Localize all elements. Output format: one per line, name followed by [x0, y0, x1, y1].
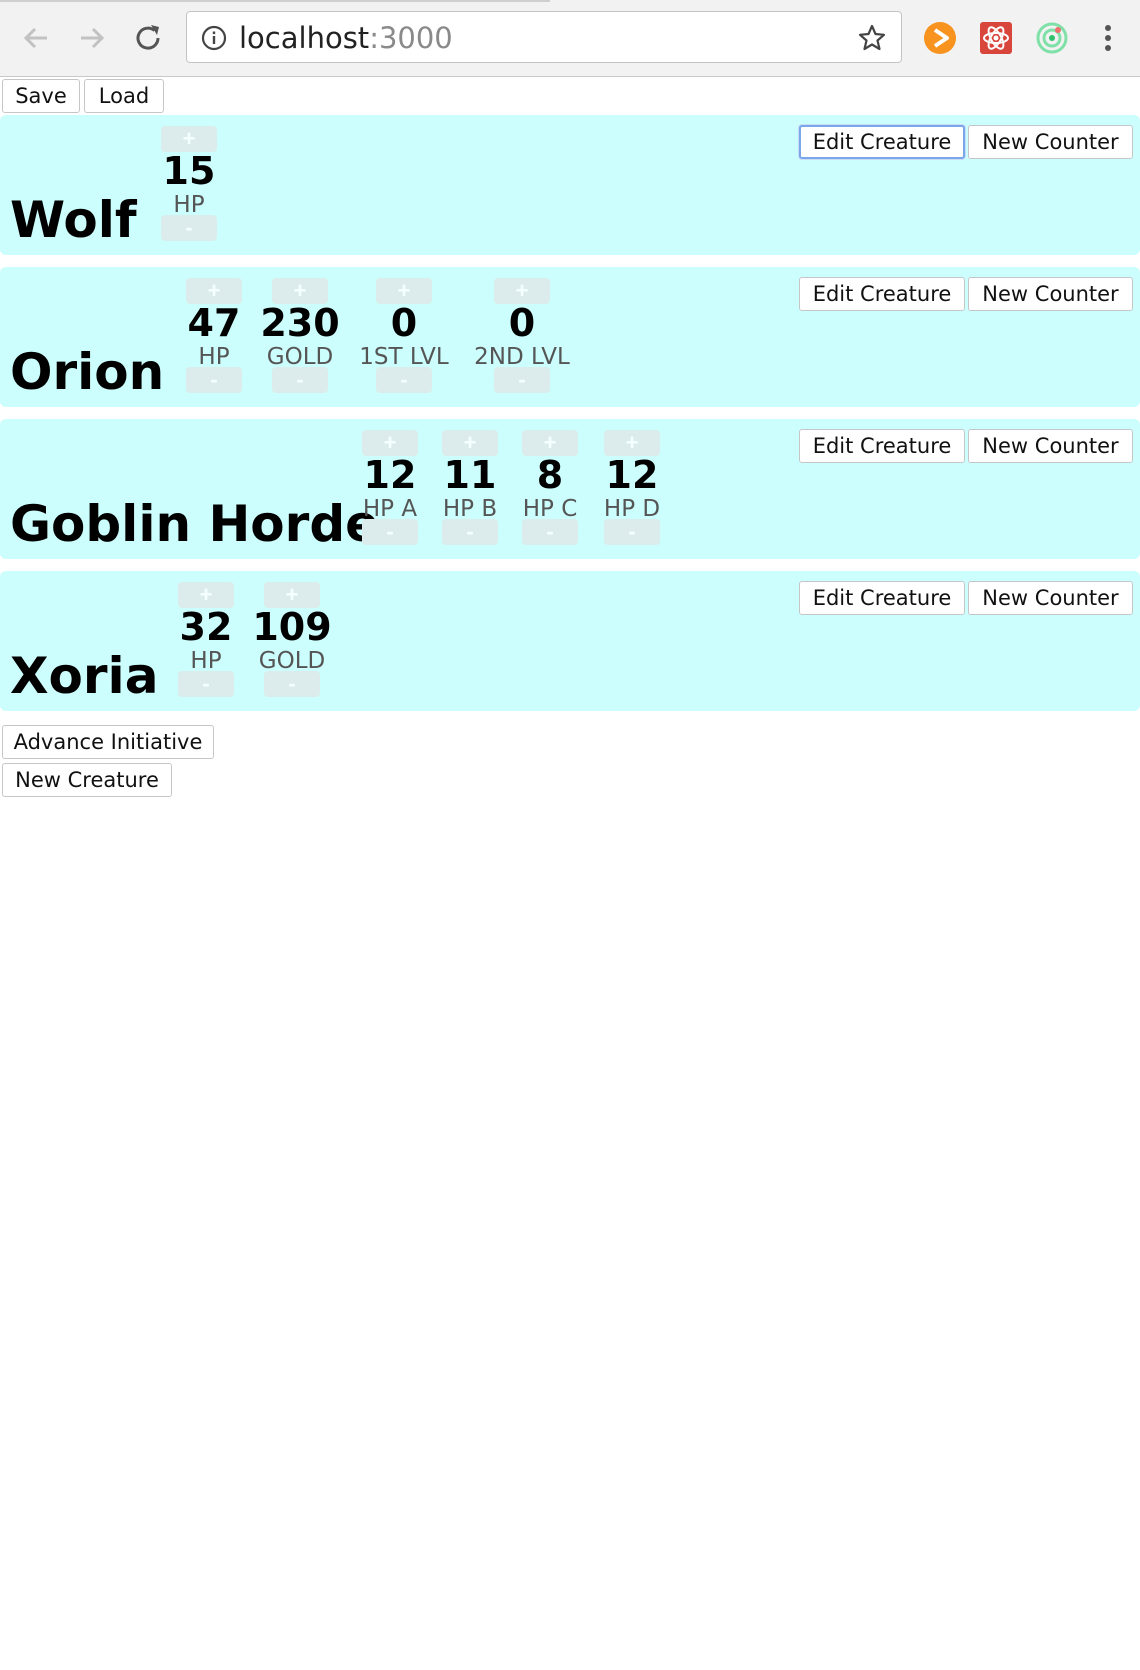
- save-button[interactable]: Save: [2, 79, 80, 113]
- edit-creature-button[interactable]: Edit Creature: [799, 429, 965, 463]
- decrement-button[interactable]: -: [376, 367, 432, 393]
- bookmark-star-icon[interactable]: [857, 23, 887, 53]
- creature-card: Wolf + 15 HP - Edit Creature New Counter: [0, 115, 1140, 255]
- arrow-right-icon: [81, 27, 105, 49]
- edit-creature-button[interactable]: Edit Creature: [799, 125, 965, 159]
- load-button[interactable]: Load: [84, 79, 164, 113]
- decrement-button[interactable]: -: [604, 519, 660, 545]
- url-port: :3000: [369, 21, 453, 55]
- counter: + 230 GOLD -: [245, 267, 355, 407]
- counter: + 0 1ST LVL -: [349, 267, 459, 407]
- decrement-button[interactable]: -: [186, 367, 242, 393]
- counter: + 0 2ND LVL -: [467, 267, 577, 407]
- decrement-button[interactable]: -: [272, 367, 328, 393]
- url-host: localhost: [239, 21, 370, 55]
- target-extension-icon[interactable]: [1034, 20, 1070, 56]
- creature-card: Xoria + 32 HP - + 109 GOLD - Edit Creatu…: [0, 571, 1140, 711]
- more-menu-icon[interactable]: [1090, 20, 1126, 56]
- counter-value: 12: [605, 453, 659, 497]
- new-counter-button[interactable]: New Counter: [968, 581, 1133, 615]
- creature-card: Goblin Horde + 12 HP A - + 11 HP B - + 8…: [0, 419, 1140, 559]
- decrement-button[interactable]: -: [442, 519, 498, 545]
- decrement-button[interactable]: -: [494, 367, 550, 393]
- browser-toolbar: localhost:3000: [0, 0, 1140, 77]
- decrement-button[interactable]: -: [161, 215, 217, 241]
- counter-value: 0: [508, 301, 536, 345]
- info-icon[interactable]: [201, 25, 227, 51]
- react-devtools-extension-icon[interactable]: [978, 20, 1014, 56]
- reload-icon: [136, 25, 160, 50]
- new-creature-button[interactable]: New Creature: [2, 763, 172, 797]
- url-text: localhost:3000: [239, 22, 453, 54]
- decrement-button[interactable]: -: [264, 671, 320, 697]
- forward-button[interactable]: [72, 18, 112, 58]
- address-bar[interactable]: localhost:3000: [186, 11, 902, 63]
- arrow-left-icon: [23, 27, 47, 49]
- counter-value: 109: [252, 605, 332, 649]
- counter-value: 15: [162, 149, 216, 193]
- new-counter-button[interactable]: New Counter: [968, 277, 1133, 311]
- reload-button[interactable]: [128, 18, 168, 58]
- creature-card: Orion + 47 HP - + 230 GOLD - + 0 1ST LVL…: [0, 267, 1140, 407]
- advance-initiative-button[interactable]: Advance Initiative: [2, 725, 214, 759]
- decrement-button[interactable]: -: [362, 519, 418, 545]
- decrement-button[interactable]: -: [178, 671, 234, 697]
- edit-creature-button[interactable]: Edit Creature: [799, 277, 965, 311]
- edit-creature-button[interactable]: Edit Creature: [799, 581, 965, 615]
- counter: + 12 HP D -: [577, 419, 687, 559]
- counter-value: 230: [260, 301, 340, 345]
- play-extension-icon[interactable]: [922, 20, 958, 56]
- counter: + 109 GOLD -: [237, 571, 347, 711]
- back-button[interactable]: [16, 18, 56, 58]
- new-counter-button[interactable]: New Counter: [968, 429, 1133, 463]
- new-counter-button[interactable]: New Counter: [968, 125, 1133, 159]
- counter: + 15 HP -: [134, 115, 244, 255]
- counter-value: 0: [390, 301, 418, 345]
- tab-strip-edge: [0, 0, 550, 2]
- decrement-button[interactable]: -: [522, 519, 578, 545]
